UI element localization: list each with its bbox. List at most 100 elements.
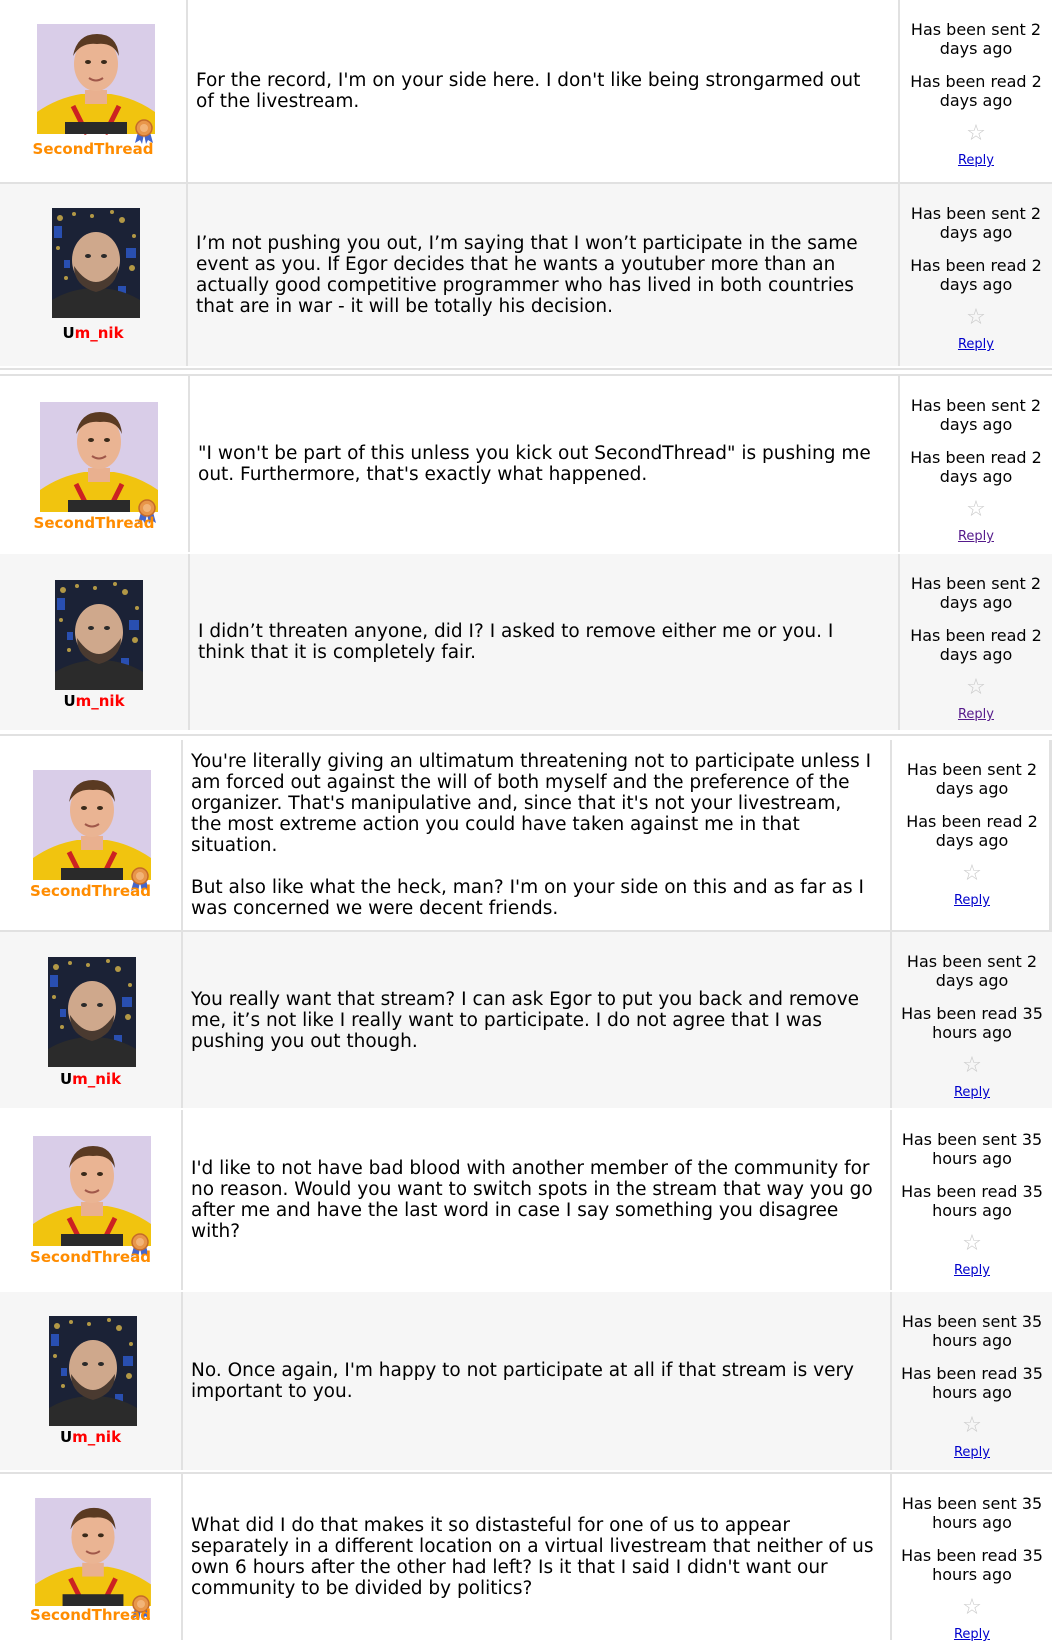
author-handle[interactable]: SecondThread: [0, 140, 186, 158]
handle-first-letter: U: [63, 692, 76, 710]
message-author: Um_nik: [0, 554, 190, 730]
author-handle[interactable]: SecondThread: [0, 1606, 181, 1624]
message-author: SecondThread: [0, 1474, 183, 1640]
message-text: For the record, I'm on your side here. I…: [196, 70, 861, 112]
handle-first-letter: U: [59, 1428, 73, 1446]
reply-link[interactable]: Reply: [900, 707, 1052, 722]
message-row: Um_nik I’m not pushing you out, I’m sayin…: [0, 184, 1052, 366]
message-meta: Has been sent 2 days ago Has been read 35…: [892, 932, 1052, 1108]
row-divider: [0, 734, 1052, 736]
star-icon[interactable]: ☆: [900, 122, 1052, 146]
message-row: Um_nik I didn’t threaten anyone, did I? I…: [0, 554, 1052, 730]
handle-rest: m_nik: [74, 324, 124, 342]
message-row: SecondThread You're literally giving an u…: [0, 740, 1052, 930]
read-status: Has been read 2 days ago: [910, 626, 1042, 664]
star-icon[interactable]: ☆: [892, 1414, 1052, 1438]
message-body: No. Once again, I'm happy to not partici…: [183, 1292, 892, 1470]
author-handle[interactable]: SecondThread: [0, 882, 181, 900]
author-handle[interactable]: Um_nik: [0, 692, 188, 710]
message-row: SecondThread What did I do that makes it …: [0, 1474, 1052, 1642]
avatar[interactable]: [33, 1136, 151, 1246]
reply-link[interactable]: Reply: [892, 1085, 1052, 1100]
sent-status: Has been sent 2 days ago: [910, 396, 1042, 434]
reply-link[interactable]: Reply: [900, 153, 1052, 168]
reply-link[interactable]: Reply: [892, 1445, 1052, 1460]
avatar[interactable]: [40, 402, 158, 512]
message-meta: Has been sent 35 hours ago Has been read …: [892, 1292, 1052, 1470]
read-status: Has been read 35 hours ago: [901, 1182, 1043, 1220]
row-divider: [0, 1472, 1052, 1474]
handle-rest: m_nik: [72, 1428, 122, 1446]
message-meta: Has been sent 35 hours ago Has been read …: [892, 1474, 1052, 1642]
message-text: What did I do that makes it so distastef…: [191, 1515, 874, 1599]
message-text: You're literally giving an ultimatum thr…: [191, 751, 872, 856]
sent-status: Has been sent 35 hours ago: [901, 1312, 1043, 1350]
message-meta: Has been sent 35 hours ago Has been read …: [892, 1110, 1052, 1290]
row-divider: [0, 930, 1052, 932]
message-body: I’m not pushing you out, I’m saying that…: [188, 184, 900, 366]
message-body: I didn’t threaten anyone, did I? I asked…: [190, 554, 900, 730]
message-text: I didn’t threaten anyone, did I? I asked…: [198, 621, 834, 663]
reply-link[interactable]: Reply: [900, 529, 1052, 544]
message-text: But also like what the heck, man? I'm on…: [191, 877, 864, 919]
message-row: SecondThread For the record, I'm on your …: [0, 0, 1052, 182]
sent-status: Has been sent 35 hours ago: [901, 1494, 1043, 1532]
read-status: Has been read 35 hours ago: [901, 1004, 1043, 1042]
sent-status: Has been sent 2 days ago: [906, 760, 1038, 798]
star-icon[interactable]: ☆: [892, 1232, 1052, 1256]
message-meta: Has been sent 2 days ago Has been read 2 …: [900, 184, 1052, 366]
author-handle[interactable]: Um_nik: [0, 1070, 181, 1088]
avatar[interactable]: [49, 1316, 137, 1426]
reply-link[interactable]: Reply: [892, 893, 1052, 908]
star-icon[interactable]: ☆: [892, 862, 1052, 886]
message-row: Um_nik No. Once again, I'm happy to not p…: [0, 1292, 1052, 1470]
author-handle[interactable]: SecondThread: [0, 514, 188, 532]
message-text: I'd like to not have bad blood with anot…: [191, 1158, 873, 1242]
message-author: SecondThread: [0, 740, 183, 930]
message-text: No. Once again, I'm happy to not partici…: [191, 1360, 855, 1402]
star-icon[interactable]: ☆: [900, 498, 1052, 522]
message-row: SecondThread I'd like to not have bad blo…: [0, 1110, 1052, 1290]
read-status: Has been read 2 days ago: [910, 256, 1042, 294]
avatar[interactable]: [34, 1498, 152, 1606]
avatar[interactable]: [52, 206, 140, 320]
star-icon[interactable]: ☆: [892, 1054, 1052, 1078]
message-row: SecondThread "I won't be part of this unl…: [0, 376, 1052, 552]
row-divider: [0, 182, 1052, 184]
row-divider: [0, 368, 1052, 370]
message-text: You really want that stream? I can ask E…: [191, 988, 860, 1052]
message-text: "I won't be part of this unless you kick…: [198, 443, 871, 485]
read-status: Has been read 2 days ago: [906, 812, 1038, 850]
avatar[interactable]: [55, 580, 143, 690]
read-status: Has been read 2 days ago: [910, 72, 1042, 110]
row-divider: [0, 374, 1052, 376]
star-icon[interactable]: ☆: [892, 1596, 1052, 1620]
message-meta: Has been sent 2 days ago Has been read 2 …: [900, 376, 1052, 552]
author-handle[interactable]: SecondThread: [0, 1248, 181, 1266]
message-body: "I won't be part of this unless you kick…: [190, 376, 900, 552]
sent-status: Has been sent 2 days ago: [910, 204, 1042, 242]
avatar[interactable]: [33, 770, 151, 880]
message-row: Um_nik You really want that stream? I can…: [0, 932, 1052, 1108]
sent-status: Has been sent 35 hours ago: [901, 1130, 1043, 1168]
message-body: For the record, I'm on your side here. I…: [188, 0, 900, 182]
message-meta: Has been sent 2 days ago Has been read 2 …: [892, 740, 1052, 930]
star-icon[interactable]: ☆: [900, 676, 1052, 700]
sent-status: Has been sent 2 days ago: [910, 574, 1042, 612]
author-handle[interactable]: Um_nik: [0, 1428, 181, 1446]
handle-first-letter: U: [62, 324, 75, 342]
reply-link[interactable]: Reply: [900, 337, 1052, 352]
message-author: Um_nik: [0, 184, 188, 366]
handle-first-letter: U: [59, 1070, 73, 1088]
message-body: You're literally giving an ultimatum thr…: [183, 740, 892, 930]
handle-rest: m_nik: [72, 1070, 122, 1088]
read-status: Has been read 35 hours ago: [901, 1546, 1043, 1584]
author-handle[interactable]: Um_nik: [0, 324, 186, 342]
avatar[interactable]: [48, 957, 136, 1067]
reply-link[interactable]: Reply: [892, 1263, 1052, 1278]
star-icon[interactable]: ☆: [900, 306, 1052, 330]
read-status: Has been read 35 hours ago: [901, 1364, 1043, 1402]
read-status: Has been read 2 days ago: [910, 448, 1042, 486]
message-meta: Has been sent 2 days ago Has been read 2 …: [900, 0, 1052, 182]
sent-status: Has been sent 2 days ago: [910, 20, 1042, 58]
